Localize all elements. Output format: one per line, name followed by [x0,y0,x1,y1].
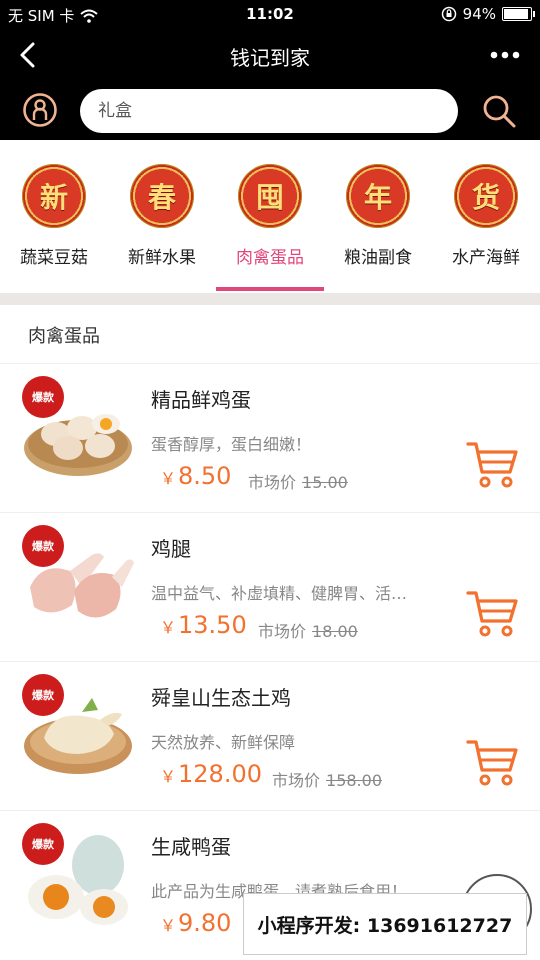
divider [0,293,540,305]
nav-bar: 钱记到家 [0,30,540,80]
watermark: 小程序开发: 13691612727 [243,893,527,955]
battery-percent: 94% [462,5,496,23]
category-tabs: 新 蔬菜豆菇 春 新鲜水果 囤 肉禽蛋品 年 粮油副食 货 水产海鲜 [0,140,540,293]
active-tab-underline [216,287,324,291]
rotation-lock-icon [441,6,456,22]
add-to-cart-icon[interactable] [464,436,520,490]
product-price: ￥8.50 [160,462,232,490]
category-label: 水产海鲜 [452,248,520,268]
user-icon[interactable] [22,92,58,128]
category-tab-seafood[interactable]: 货 水产海鲜 [432,140,540,293]
category-badge-icon: 货 [454,164,518,228]
category-tab-grain-oil[interactable]: 年 粮油副食 [324,140,432,293]
search-input[interactable] [98,89,438,133]
add-to-cart-icon[interactable] [464,734,520,788]
category-badge-icon: 囤 [238,164,302,228]
battery-icon [502,7,535,21]
product-item[interactable]: 爆款 舜皇山生态土鸡 天然放养、新鲜保障 ￥128.00 市场价 158.00 [0,662,540,811]
category-label: 肉禽蛋品 [236,248,304,268]
section-title: 肉禽蛋品 [28,326,100,347]
category-tab-fruits[interactable]: 春 新鲜水果 [108,140,216,293]
product-name: 舜皇山生态土鸡 [151,686,291,710]
product-price: ￥9.80 [160,909,232,937]
hot-badge: 爆款 [22,525,64,567]
product-price: ￥128.00 [160,760,262,788]
product-item[interactable]: 爆款 鸡腿 温中益气、补虚填精、健脾胃、活… ￥13.50 市场价 18.00 [0,513,540,662]
hot-badge: 爆款 [22,376,64,418]
product-item[interactable]: 爆款 精品鲜鸡蛋 蛋香醇厚，蛋白细嫩！ ￥8.50 市场价 15.00 [0,364,540,513]
product-name: 生咸鸭蛋 [151,835,231,859]
product-name: 鸡腿 [151,537,191,561]
product-price: ￥13.50 [160,611,247,639]
page: 无 SIM 卡 11:02 94% 钱记到家 礼盒 新 蔬菜豆菇 春 新鲜水果 … [0,0,540,960]
hot-badge: 爆款 [22,674,64,716]
category-tab-vegetables[interactable]: 新 蔬菜豆菇 [0,140,108,293]
category-badge-icon: 新 [22,164,86,228]
category-tab-meat-eggs[interactable]: 囤 肉禽蛋品 [216,140,324,293]
search-row [0,80,540,140]
market-price: 市场价 158.00 [272,771,382,790]
product-description: 蛋香醇厚，蛋白细嫩！ [151,435,312,454]
hot-badge: 爆款 [22,823,64,865]
add-to-cart-icon[interactable] [464,585,520,639]
more-icon[interactable] [488,40,522,70]
category-label: 蔬菜豆菇 [20,248,88,268]
category-badge-icon: 春 [130,164,194,228]
market-price: 市场价 15.00 [248,473,348,492]
status-bar: 无 SIM 卡 11:02 94% [0,0,540,30]
product-name: 精品鲜鸡蛋 [151,388,251,412]
category-badge-icon: 年 [346,164,410,228]
product-description: 温中益气、补虚填精、健脾胃、活… [151,584,408,603]
search-icon[interactable] [481,93,517,129]
product-description: 天然放养、新鲜保障 [151,733,296,752]
category-label: 新鲜水果 [128,248,196,268]
search-box[interactable] [80,89,458,133]
category-label: 粮油副食 [344,248,412,268]
page-title: 钱记到家 [230,46,310,70]
market-price: 市场价 18.00 [258,622,358,641]
